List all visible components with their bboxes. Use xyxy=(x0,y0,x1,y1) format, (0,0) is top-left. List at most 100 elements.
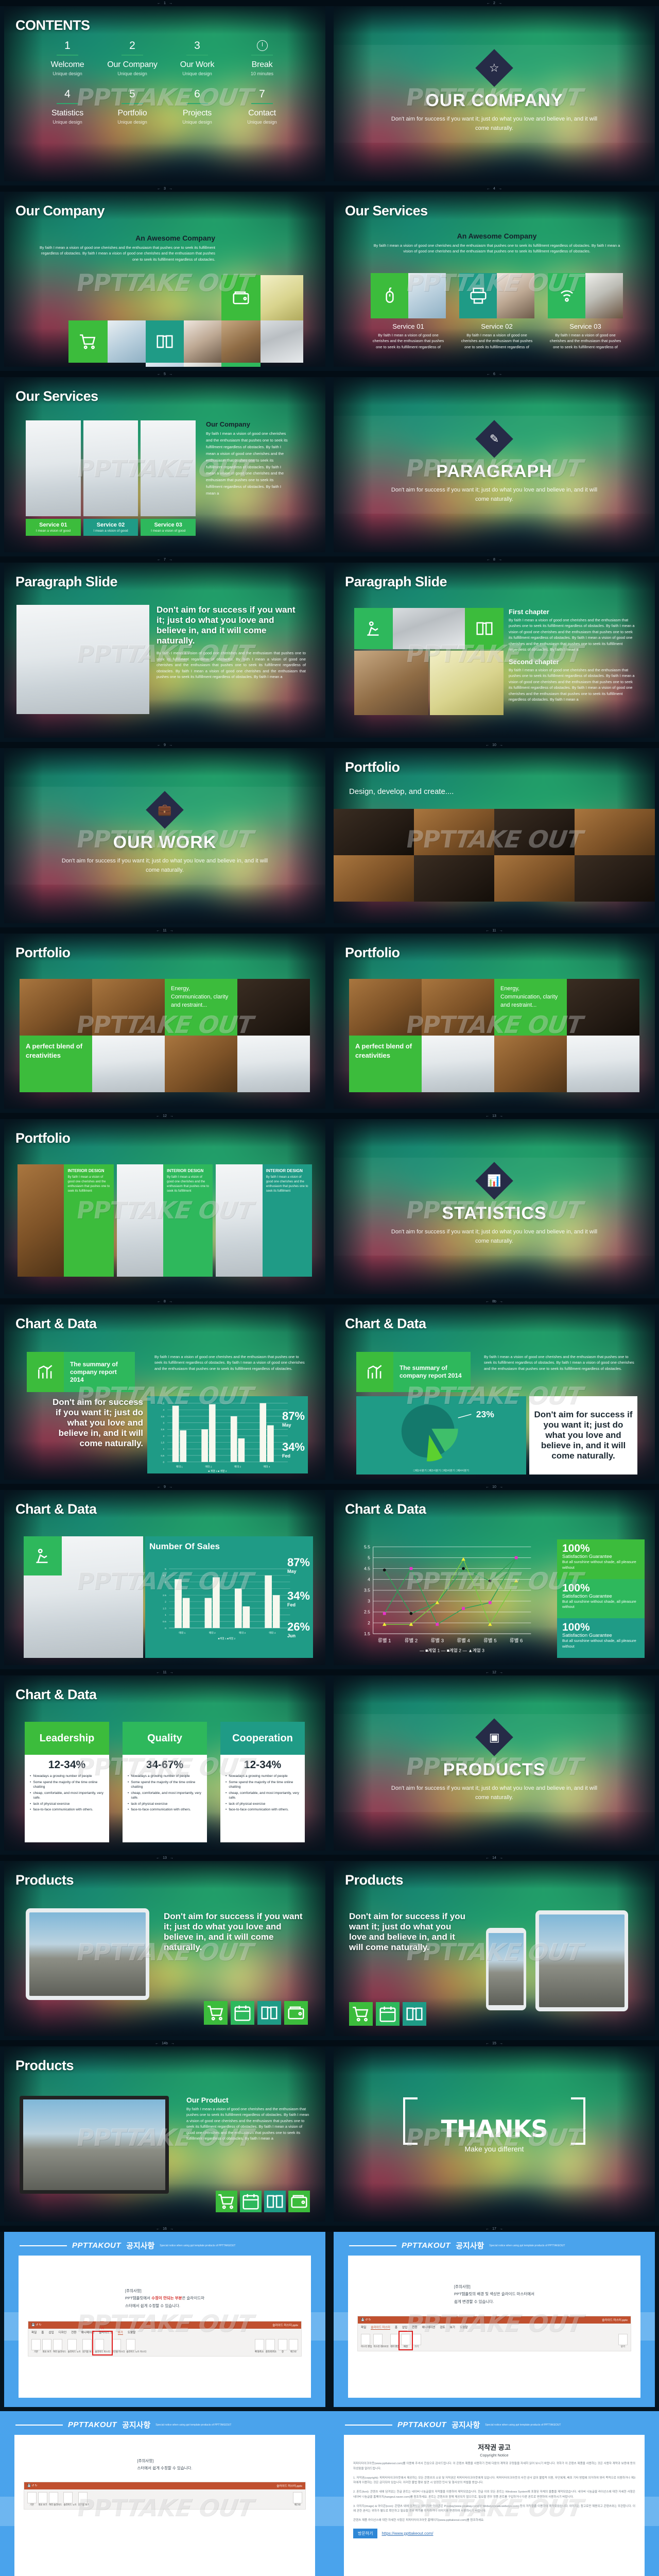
tile-wifi[interactable] xyxy=(548,273,585,318)
portfolio-text-tile[interactable]: Energy, Communication, clarity and restr… xyxy=(494,979,567,1036)
prev-arrow-icon[interactable]: ← xyxy=(485,1856,489,1860)
prev-arrow-icon[interactable]: ← xyxy=(156,1856,160,1860)
prev-arrow-icon[interactable]: ← xyxy=(157,2,161,5)
ribbon-tab[interactable]: 검토 xyxy=(440,2325,445,2330)
contents-item[interactable]: 7 Contact Unique design xyxy=(231,89,293,125)
slide-navbar[interactable]: ← 3 → xyxy=(0,185,330,192)
prev-arrow-icon[interactable]: ← xyxy=(157,743,161,747)
slide-paragraph-left[interactable]: ← 7 → Paragraph Slide Don't aim for succ… xyxy=(0,556,330,742)
ribbon-tab[interactable]: 삽입 xyxy=(402,2325,407,2330)
satisfaction-box[interactable]: 100% Satisfaction Guarantee But all suns… xyxy=(557,1579,645,1619)
next-arrow-icon[interactable]: → xyxy=(499,1485,503,1489)
ribbon-button-color[interactable]: 컬러/회색조 xyxy=(265,2338,276,2353)
ribbon-tab[interactable]: 애니메이션 xyxy=(422,2325,436,2330)
tile-cart[interactable] xyxy=(204,2001,228,2025)
slide-navbar[interactable]: ← 11 → xyxy=(0,1669,330,1675)
prev-arrow-icon[interactable]: ← xyxy=(156,2227,160,2231)
ribbon-button-window[interactable]: 창 xyxy=(278,2338,287,2353)
portfolio-card[interactable]: INTERIOR DESIGN By faith I mean a vision… xyxy=(216,1164,312,1277)
quick-access-icons[interactable]: 💾 ↺ ↻ xyxy=(31,2324,41,2327)
tile-chart-up[interactable] xyxy=(356,1352,393,1392)
tile-person[interactable] xyxy=(24,1536,62,1575)
next-arrow-icon[interactable]: → xyxy=(169,1300,172,1303)
tile-wallet[interactable] xyxy=(221,275,261,320)
ribbon-tab[interactable]: 홈 xyxy=(395,2325,397,2330)
prev-arrow-icon[interactable]: ← xyxy=(487,558,490,562)
prev-arrow-icon[interactable]: ← xyxy=(485,1485,489,1489)
slide-portfolio-grid-b[interactable]: ← 11 → Portfolio Energy, Communication, … xyxy=(330,927,659,1113)
line-chart[interactable]: 5.5 5 4.5 4 3.5 3 2.5 2 1.5 류별 1 류별 2 류별 3 류별 4 류… xyxy=(349,1539,555,1658)
ribbon-button[interactable]: 읽기용 보기 xyxy=(78,2492,89,2506)
slide-our-services-icons[interactable]: ← 4 → Our Services An Awesome Company By… xyxy=(330,185,659,371)
ribbon-tab[interactable]: 홈 xyxy=(41,2330,44,2335)
tile-chart-up[interactable] xyxy=(27,1352,64,1392)
slide-navbar[interactable]: ← 9 → xyxy=(0,742,330,748)
tile-cart[interactable] xyxy=(349,2002,373,2026)
next-arrow-icon[interactable]: → xyxy=(498,2,502,5)
tile-cart[interactable] xyxy=(216,2191,237,2212)
quick-access-icons[interactable]: 💾 ↺ ↻ xyxy=(361,2318,371,2321)
slide-our-company[interactable]: ← 3 → Our Company An Awesome Company By … xyxy=(0,185,330,371)
prev-arrow-icon[interactable]: ← xyxy=(487,2,490,5)
slide-portfolio-grid[interactable]: ← 11 → Portfolio Energy, Communication, … xyxy=(0,927,330,1113)
contents-item[interactable]: 3 Our Work Unique design xyxy=(166,40,229,76)
portfolio-card[interactable]: INTERIOR DESIGN By faith I mean a vision… xyxy=(18,1164,114,1277)
ribbon-button[interactable]: 기본 xyxy=(31,2338,41,2353)
slide-navbar[interactable]: ← 11 → xyxy=(330,927,659,934)
prev-arrow-icon[interactable]: ← xyxy=(487,187,490,191)
next-arrow-icon[interactable]: → xyxy=(499,1856,503,1860)
prev-arrow-icon[interactable]: ← xyxy=(157,187,161,191)
ribbon-tab-active[interactable]: 보기 xyxy=(117,2330,123,2335)
prev-arrow-icon[interactable]: ← xyxy=(485,929,489,933)
service-card[interactable]: Service 03 By faith I mean a vision of g… xyxy=(548,273,623,350)
website-link[interactable]: https://www.ppttakeout.com/ xyxy=(381,2531,433,2536)
ribbon-group-master-layout[interactable]: 마스터 레이아웃 xyxy=(373,2333,389,2348)
next-arrow-icon[interactable]: → xyxy=(171,2042,175,2045)
monitor-device[interactable] xyxy=(20,2096,169,2194)
ribbon-button[interactable]: 여러 슬라이드 xyxy=(49,2492,62,2506)
prev-arrow-icon[interactable]: ← xyxy=(485,1300,489,1303)
pie-chart[interactable]: 23% □제1사분기 □제2사분기 □제3사분기 □제4사분기 xyxy=(356,1396,526,1475)
slide-navbar[interactable]: ← 11 → xyxy=(0,927,330,934)
next-arrow-icon[interactable]: → xyxy=(169,187,172,191)
slide-chart-kpi[interactable]: ← 11 → Chart & Data Leadership 12-34% No… xyxy=(0,1669,330,1855)
prev-arrow-icon[interactable]: ← xyxy=(156,929,160,933)
slide-chart-sales[interactable]: ← 9 → Chart & Data Number Of Sales 5 4.5… xyxy=(0,1484,330,1669)
prev-arrow-icon[interactable]: ← xyxy=(156,1114,160,1118)
next-arrow-icon[interactable]: → xyxy=(170,1671,174,1674)
prev-arrow-icon[interactable]: ← xyxy=(485,2042,489,2045)
slide-navbar[interactable]: ← 7 → xyxy=(0,556,330,563)
next-arrow-icon[interactable]: → xyxy=(499,743,503,747)
service-card[interactable]: Service 01 I mean a vision of good xyxy=(26,519,81,536)
slide-navbar[interactable]: ← 5 → xyxy=(0,371,330,377)
contents-item[interactable]: 4 Statistics Unique design xyxy=(36,89,99,125)
slide-navbar[interactable]: ← 14 → xyxy=(330,1855,659,1861)
slide-chart-bar[interactable]: ← 8 → Chart & Data The summary of compan… xyxy=(0,1298,330,1484)
contents-item[interactable]: 1 Welcome Unique design xyxy=(36,40,99,76)
tablet-device[interactable] xyxy=(26,1908,149,2000)
next-arrow-icon[interactable]: → xyxy=(169,1485,172,1489)
ribbon-group-size[interactable]: 크기 xyxy=(411,2333,421,2348)
ribbon-tab[interactable]: 삽입 xyxy=(48,2330,54,2335)
prev-arrow-icon[interactable]: ← xyxy=(485,743,489,747)
ribbon-tab[interactable]: 전환 xyxy=(412,2325,417,2330)
portfolio-text-tile[interactable]: A perfect blend of creativities xyxy=(349,1036,422,1092)
contents-item[interactable]: 5 Portfolio Unique design xyxy=(101,89,164,125)
slide-navbar[interactable]: ← 10 → xyxy=(330,1484,659,1490)
ribbon-tab[interactable]: 도움말 xyxy=(128,2330,135,2335)
slide-thanks[interactable]: ← 15 → THANKS Make you different PPTTAKE… xyxy=(330,2040,659,2226)
prev-arrow-icon[interactable]: ← xyxy=(485,1114,489,1118)
next-arrow-icon[interactable]: → xyxy=(498,558,502,562)
ribbon-button-macro[interactable]: 매크로 xyxy=(289,2338,298,2353)
slide-products-devices[interactable]: ← 14 → Products Don't aim for success if… xyxy=(330,1855,659,2040)
tile-cart[interactable] xyxy=(68,320,108,363)
ribbon-button[interactable]: 슬라이드 노트 xyxy=(63,2492,77,2506)
slide-our-services-photo[interactable]: ← 5 → Our Services Service 01 I mean a v… xyxy=(0,371,330,556)
prev-arrow-icon[interactable]: ← xyxy=(157,558,161,562)
kpi-column[interactable]: Quality 34-67% Nowadays a growing number… xyxy=(123,1722,207,1842)
slide-navbar[interactable]: ← 8b → xyxy=(330,1298,659,1304)
slide-chart-pie[interactable]: ← 8b → Chart & Data The summary of compa… xyxy=(330,1298,659,1484)
slide-navbar[interactable]: ← 13 → xyxy=(330,1113,659,1119)
next-arrow-icon[interactable]: → xyxy=(499,2042,503,2045)
prev-arrow-icon[interactable]: ← xyxy=(157,1300,161,1303)
